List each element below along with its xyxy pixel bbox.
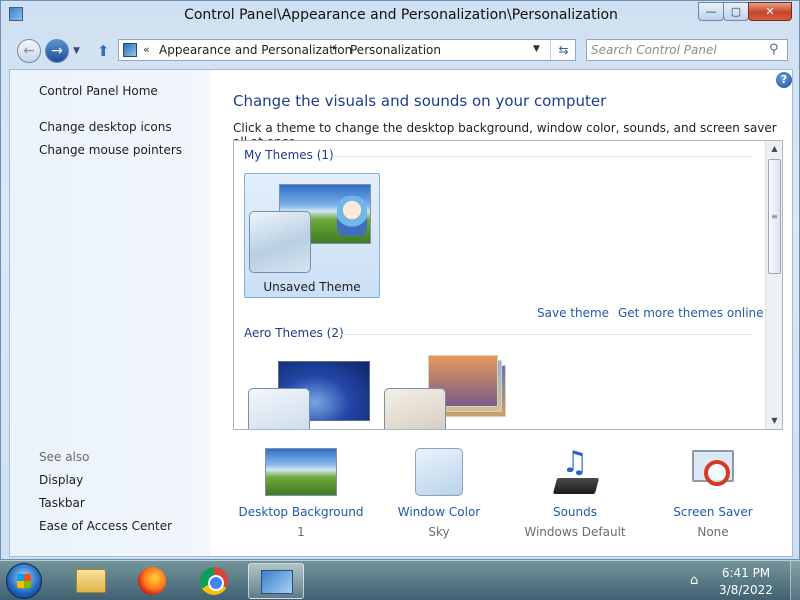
chrome-taskbar-button[interactable] <box>186 563 242 599</box>
window-color-swatch <box>384 388 446 429</box>
control-panel-icon <box>123 43 137 57</box>
search-box[interactable]: ⚲ <box>586 39 788 61</box>
sounds-icon: ♫ <box>547 448 603 496</box>
page-title: Change the visuals and sounds on your co… <box>233 92 607 110</box>
sounds-label[interactable]: Sounds <box>510 505 640 519</box>
theme-tile-unsaved[interactable]: Unsaved Theme <box>244 173 380 298</box>
sounds-value: Windows Default <box>524 525 626 539</box>
window-color-option[interactable]: Window Color Sky <box>374 448 504 539</box>
screen-saver-value: None <box>697 525 729 539</box>
sounds-option[interactable]: ♫ Sounds Windows Default <box>510 448 640 540</box>
scroll-down-button[interactable]: ▼ <box>766 413 782 429</box>
control-panel-icon <box>261 570 293 594</box>
network-icon[interactable]: ⌂ <box>690 573 698 588</box>
close-button[interactable]: ✕ <box>748 2 792 21</box>
screen-saver-option[interactable]: Screen Saver None <box>648 448 778 539</box>
recent-pages-dropdown[interactable]: ▼ <box>73 46 80 56</box>
forward-button[interactable]: → <box>45 39 69 63</box>
see-also-heading: See also <box>39 450 90 464</box>
window-color-swatch <box>248 388 310 429</box>
window-color-value: Sky <box>428 525 450 539</box>
screen-saver-icon <box>688 448 738 496</box>
breadcrumb-separator[interactable]: ▸ <box>333 43 338 53</box>
chrome-icon <box>200 567 228 595</box>
minimize-button[interactable]: — <box>698 2 724 21</box>
get-more-themes-link[interactable]: Get more themes online <box>618 306 764 320</box>
search-icon[interactable]: ⚲ <box>769 42 779 57</box>
windows-explorer-taskbar-button[interactable] <box>62 563 118 599</box>
content-area: Control Panel Home Change desktop icons … <box>9 69 793 557</box>
breadcrumb-overflow-chevron[interactable]: « <box>143 43 150 56</box>
group-header-my-themes: My Themes (1) <box>244 148 334 162</box>
desktop-background-icon <box>265 448 337 496</box>
window-color-icon <box>415 448 463 496</box>
control-panel-window: Control Panel\Appearance and Personaliza… <box>0 0 800 560</box>
sidebar-item-display[interactable]: Display <box>39 473 83 487</box>
clock-time[interactable]: 6:41 PM <box>706 566 786 580</box>
main-panel: ? Change the visuals and sounds on your … <box>210 70 792 556</box>
theme-list[interactable]: My Themes (1) Unsaved Theme Save theme G… <box>233 140 783 430</box>
save-theme-link[interactable]: Save theme <box>537 306 609 320</box>
desktop-background-value: 1 <box>297 525 305 539</box>
group-divider <box>338 334 752 335</box>
sidebar: Control Panel Home Change desktop icons … <box>10 70 210 556</box>
search-input[interactable] <box>591 42 761 58</box>
clock-date[interactable]: 3/8/2022 <box>706 583 786 597</box>
start-button[interactable] <box>6 563 42 599</box>
scroll-up-button[interactable]: ▲ <box>766 141 782 157</box>
theme-list-scrollbar[interactable]: ▲ ≡ ▼ <box>765 141 782 429</box>
sidebar-item-change-mouse-pointers[interactable]: Change mouse pointers <box>39 143 182 157</box>
window-color-label[interactable]: Window Color <box>374 505 504 519</box>
maximize-button[interactable]: ▢ <box>723 2 749 21</box>
sidebar-item-taskbar[interactable]: Taskbar <box>39 496 85 510</box>
show-desktop-button[interactable] <box>790 561 800 600</box>
firefox-taskbar-button[interactable] <box>124 563 180 599</box>
group-divider <box>332 156 752 157</box>
scroll-thumb[interactable]: ≡ <box>768 159 781 274</box>
navigation-bar: ← → ▼ ⬆ « Appearance and Personalization… <box>1 34 799 68</box>
sidebar-item-ease-of-access[interactable]: Ease of Access Center <box>39 519 172 533</box>
desktop-background-option[interactable]: Desktop Background 1 <box>236 448 366 539</box>
taskbar: ⌂ 6:41 PM 3/8/2022 <box>0 560 800 600</box>
firefox-icon <box>138 567 166 595</box>
refresh-button[interactable]: ⇆ <box>550 40 576 60</box>
address-dropdown[interactable]: ▼ <box>533 44 540 54</box>
breadcrumb-appearance[interactable]: Appearance and Personalization <box>159 43 352 57</box>
theme-label: Unsaved Theme <box>263 280 361 294</box>
help-icon[interactable]: ? <box>776 72 792 88</box>
back-button[interactable]: ← <box>17 39 41 63</box>
sidebar-item-change-desktop-icons[interactable]: Change desktop icons <box>39 120 172 134</box>
address-bar[interactable]: « Appearance and Personalization ▸ Perso… <box>118 39 576 61</box>
desktop-background-label[interactable]: Desktop Background <box>236 505 366 519</box>
mascot-image <box>337 196 367 236</box>
group-header-aero-themes: Aero Themes (2) <box>244 326 344 340</box>
title-bar[interactable]: Control Panel\Appearance and Personaliza… <box>1 1 799 33</box>
control-panel-taskbar-button[interactable] <box>248 563 304 599</box>
screen-saver-label[interactable]: Screen Saver <box>648 505 778 519</box>
sidebar-item-control-panel-home[interactable]: Control Panel Home <box>39 84 158 98</box>
breadcrumb-personalization[interactable]: Personalization <box>350 43 441 57</box>
folder-icon <box>76 569 106 593</box>
up-arrow-icon[interactable]: ⬆ <box>97 42 110 60</box>
window-color-swatch <box>249 211 311 273</box>
window-title: Control Panel\Appearance and Personaliza… <box>184 7 618 23</box>
